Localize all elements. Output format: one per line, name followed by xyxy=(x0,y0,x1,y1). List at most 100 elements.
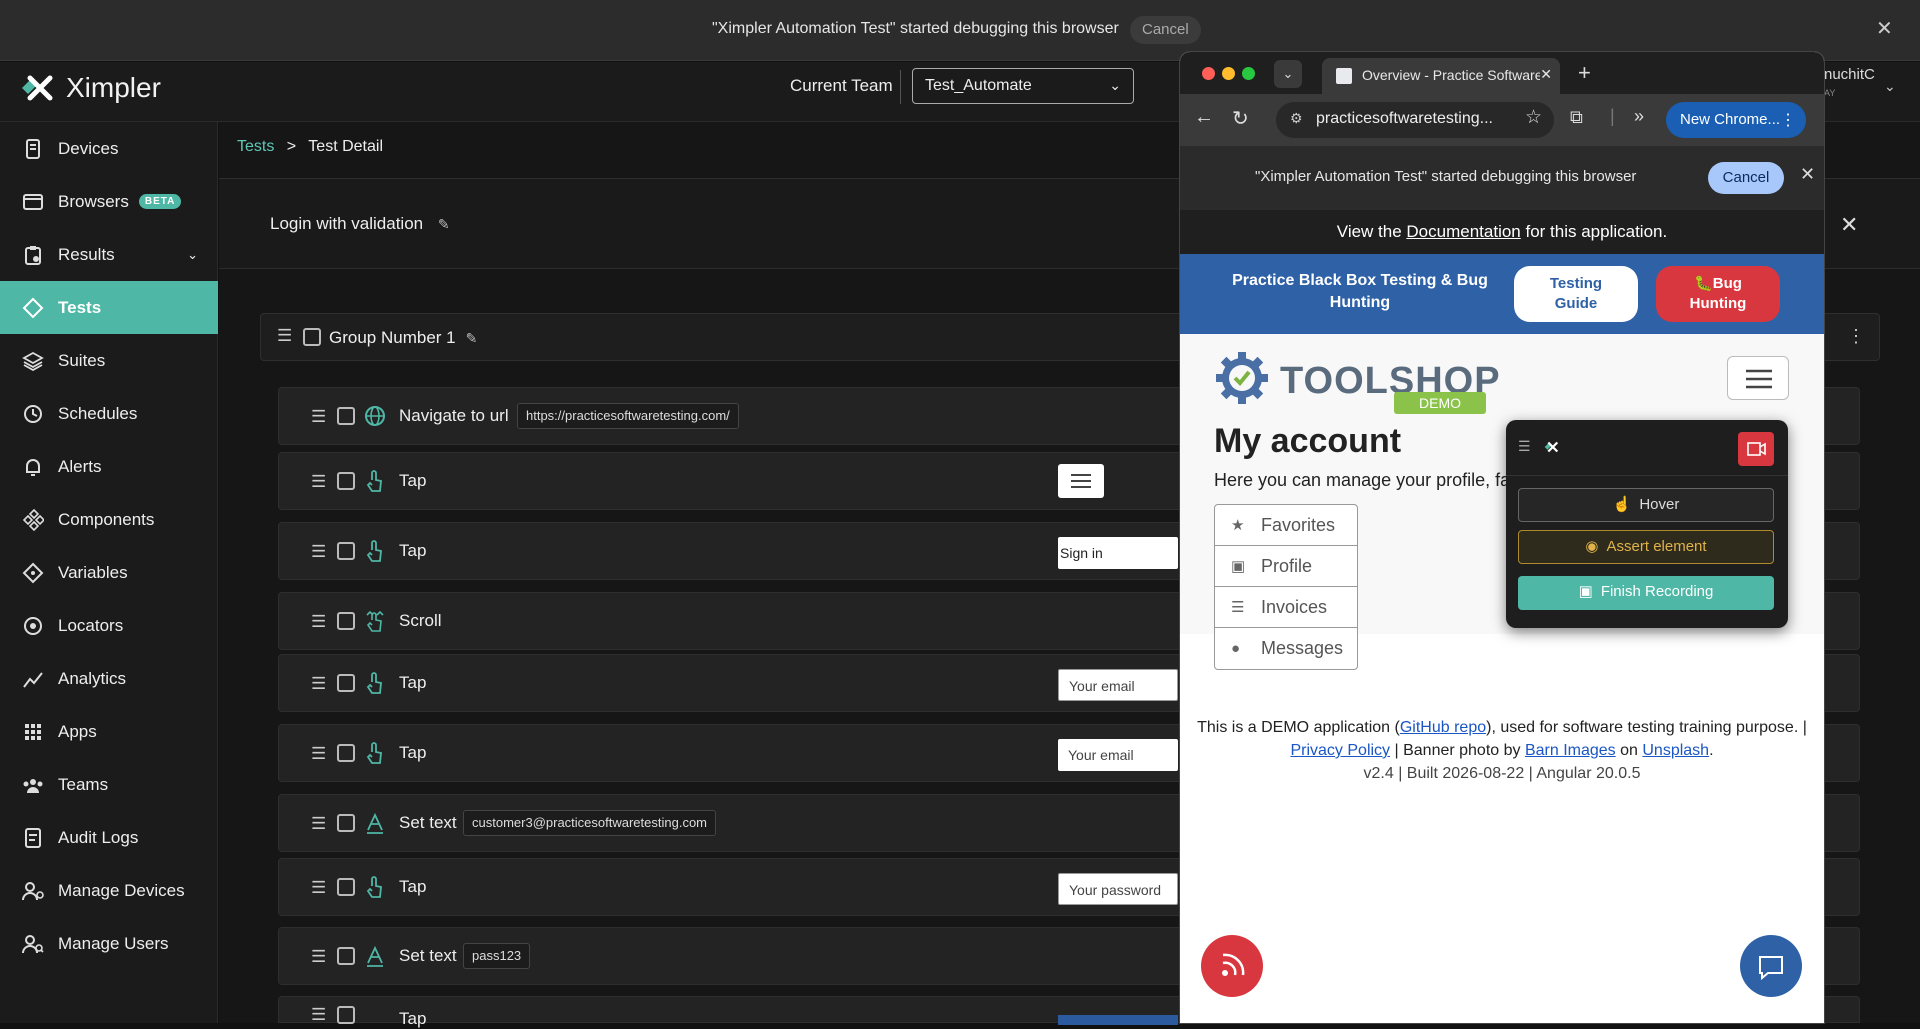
sidebar-item-label: Teams xyxy=(58,774,109,794)
finish-recording-button[interactable]: ▣ Finish Recording xyxy=(1518,576,1774,610)
sidebar-item-label: Results xyxy=(58,244,115,264)
browser-tab[interactable]: Overview - Practice Software ✕ xyxy=(1322,58,1560,94)
toolshop-logo[interactable]: TOOLSHOP DEMO xyxy=(1214,346,1504,414)
stop-recording-button[interactable] xyxy=(1738,432,1774,466)
drag-handle-icon[interactable]: ☰ xyxy=(311,814,326,834)
step-checkbox[interactable] xyxy=(337,674,355,692)
close-icon[interactable]: ✕ xyxy=(1840,212,1858,238)
sidebar-item-alerts[interactable]: Alerts xyxy=(0,440,218,493)
chevron-down-icon[interactable]: ⌄ xyxy=(1884,78,1896,95)
step-checkbox[interactable] xyxy=(337,612,355,630)
rss-button[interactable] xyxy=(1201,935,1263,997)
sidebar-item-manage-users[interactable]: Manage Users xyxy=(0,917,218,970)
extensions-icon[interactable]: ⧉ xyxy=(1570,107,1583,128)
user-name[interactable]: nuchitC xyxy=(1824,66,1875,83)
address-bar[interactable]: ⚙ practicesoftwaretesting... xyxy=(1276,102,1554,138)
chevron-right-icon[interactable]: » xyxy=(1634,106,1644,127)
kebab-icon[interactable]: ⋮ xyxy=(1847,326,1865,347)
breadcrumb-tests-link[interactable]: Tests xyxy=(237,138,274,155)
sidebar-item-label: Devices xyxy=(58,138,119,158)
app-logo[interactable]: Ximpler xyxy=(16,66,161,110)
team-icon xyxy=(22,774,44,796)
barn-images-link[interactable]: Barn Images xyxy=(1525,742,1616,759)
documentation-link[interactable]: Documentation xyxy=(1406,222,1520,241)
minimize-window-icon[interactable] xyxy=(1222,67,1235,80)
step-checkbox[interactable] xyxy=(337,542,355,560)
close-window-icon[interactable] xyxy=(1202,67,1215,80)
step-checkbox[interactable] xyxy=(337,878,355,896)
tab-search-icon[interactable]: ⌄ xyxy=(1274,60,1302,88)
team-select[interactable]: Test_Automate ⌄ xyxy=(912,68,1134,104)
sidebar-item-apps[interactable]: Apps xyxy=(0,705,218,758)
sidebar-item-suites[interactable]: Suites xyxy=(0,334,218,387)
sidebar-item-label: Manage Users xyxy=(58,933,169,953)
step-checkbox[interactable] xyxy=(337,947,355,965)
profile-button[interactable]: New Chrome... ⋮ xyxy=(1666,102,1806,138)
step-checkbox[interactable] xyxy=(337,407,355,425)
sidebar-item-analytics[interactable]: Analytics xyxy=(0,652,218,705)
step-name: Tap xyxy=(399,1009,427,1028)
menu-toggle-button[interactable] xyxy=(1727,356,1789,400)
sidebar-item-tests[interactable]: Tests xyxy=(0,281,218,334)
drag-handle-icon[interactable]: ☰ xyxy=(311,947,326,967)
close-icon[interactable]: ✕ xyxy=(1800,164,1815,185)
drag-handle-icon[interactable]: ☰ xyxy=(311,744,326,764)
sidebar-item-locators[interactable]: Locators xyxy=(0,599,218,652)
drag-handle-icon[interactable]: ☰ xyxy=(311,612,326,632)
bug-icon: 🐛 xyxy=(1694,275,1713,292)
sidebar-item-components[interactable]: Components xyxy=(0,493,218,546)
new-tab-icon[interactable]: + xyxy=(1578,60,1591,86)
account-item-messages[interactable]: ● Messages xyxy=(1215,628,1357,669)
github-link[interactable]: GitHub repo xyxy=(1400,719,1486,736)
assert-element-button[interactable]: ◉ Assert element xyxy=(1518,530,1774,564)
account-item-profile[interactable]: ▣ Profile xyxy=(1215,546,1357,587)
edit-icon[interactable]: ✎ xyxy=(466,330,478,346)
drag-handle-icon[interactable]: ☰ xyxy=(311,407,326,427)
group-checkbox[interactable] xyxy=(303,328,321,346)
back-icon[interactable]: ← xyxy=(1194,106,1214,129)
star-icon[interactable]: ☆ xyxy=(1525,106,1542,129)
sidebar-item-variables[interactable]: Variables xyxy=(0,546,218,599)
sidebar-item-browsers[interactable]: Browsers BETA xyxy=(0,175,218,228)
infobar-cancel-button[interactable]: Cancel xyxy=(1708,162,1784,194)
drag-handle-icon[interactable]: ☰ xyxy=(277,326,292,346)
drag-handle-icon[interactable]: ☰ xyxy=(1518,438,1531,455)
close-icon[interactable]: ✕ xyxy=(1540,66,1552,83)
debug-cancel-button[interactable]: Cancel xyxy=(1130,16,1201,44)
debug-message: "Ximpler Automation Test" started debugg… xyxy=(712,20,1119,37)
account-item-invoices[interactable]: ☰ Invoices xyxy=(1215,587,1357,628)
tap-icon xyxy=(366,470,382,492)
sidebar-item-audit-logs[interactable]: Audit Logs xyxy=(0,811,218,864)
drag-handle-icon[interactable]: ☰ xyxy=(311,674,326,694)
step-checkbox[interactable] xyxy=(337,744,355,762)
drag-handle-icon[interactable]: ☰ xyxy=(311,1005,326,1025)
step-name: Scroll xyxy=(399,611,442,630)
drag-handle-icon[interactable]: ☰ xyxy=(311,878,326,898)
testing-guide-button[interactable]: Testing Guide xyxy=(1514,266,1638,322)
sidebar-item-devices[interactable]: Devices xyxy=(0,122,218,175)
step-checkbox[interactable] xyxy=(337,472,355,490)
bug-hunting-button[interactable]: 🐛Bug Hunting xyxy=(1656,266,1780,322)
kebab-icon[interactable]: ⋮ xyxy=(1780,110,1796,130)
favicon-icon xyxy=(1336,68,1352,84)
bell-icon xyxy=(22,456,44,478)
step-checkbox[interactable] xyxy=(337,814,355,832)
unsplash-link[interactable]: Unsplash xyxy=(1642,742,1709,759)
maximize-window-icon[interactable] xyxy=(1242,67,1255,80)
account-item-favorites[interactable]: ★ Favorites xyxy=(1215,505,1357,546)
sidebar-item-results[interactable]: Results ⌄ xyxy=(0,228,218,281)
beta-badge: BETA xyxy=(138,194,182,209)
hover-button[interactable]: ☝ Hover xyxy=(1518,488,1774,522)
drag-handle-icon[interactable]: ☰ xyxy=(311,472,326,492)
privacy-link[interactable]: Privacy Policy xyxy=(1290,742,1390,759)
close-icon[interactable]: ✕ xyxy=(1876,16,1893,41)
edit-icon[interactable]: ✎ xyxy=(438,216,450,232)
chat-button[interactable] xyxy=(1740,935,1802,997)
sidebar-item-teams[interactable]: Teams xyxy=(0,758,218,811)
sidebar-item-manage-devices[interactable]: Manage Devices xyxy=(0,864,218,917)
site-settings-icon[interactable]: ⚙ xyxy=(1290,110,1303,127)
sidebar-item-schedules[interactable]: Schedules xyxy=(0,387,218,440)
reload-icon[interactable]: ↻ xyxy=(1232,106,1249,131)
step-checkbox[interactable] xyxy=(337,1006,355,1024)
drag-handle-icon[interactable]: ☰ xyxy=(311,542,326,562)
